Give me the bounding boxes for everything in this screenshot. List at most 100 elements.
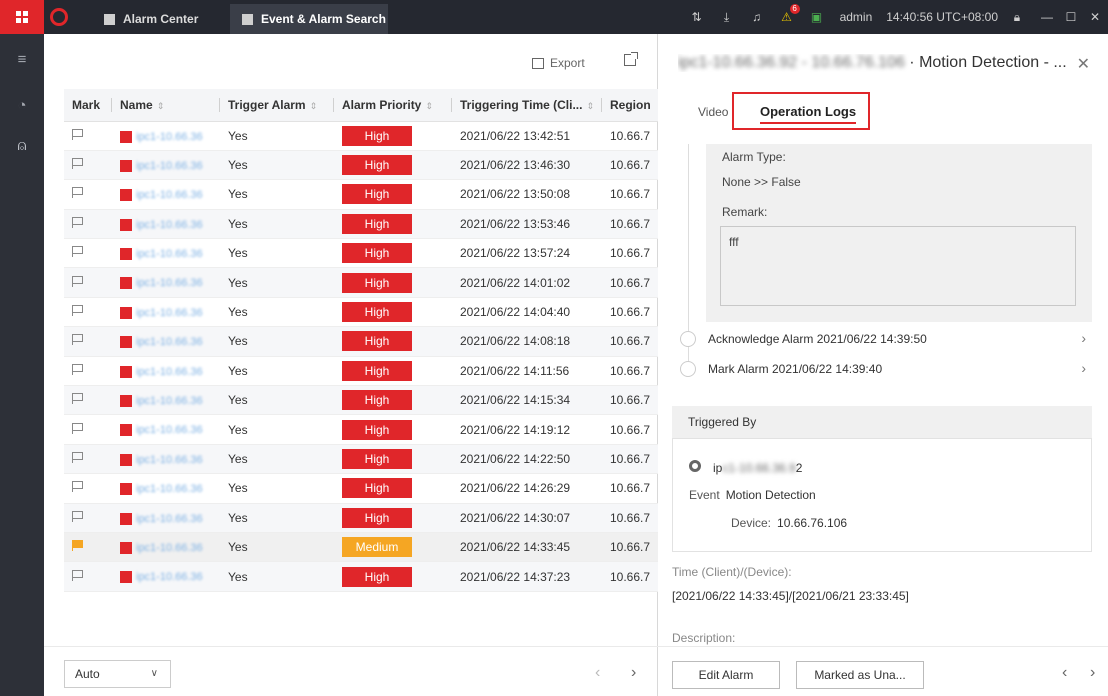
flag-icon[interactable] xyxy=(72,393,83,405)
edit-alarm-button[interactable]: Edit Alarm xyxy=(672,661,780,689)
flag-icon[interactable] xyxy=(72,246,83,258)
mark-cell[interactable] xyxy=(64,414,112,445)
tab-video[interactable]: Video xyxy=(698,105,728,119)
column-header-alarm-priority[interactable]: Alarm Priority ⇕ xyxy=(334,89,452,122)
priority-badge: High xyxy=(342,507,412,528)
flag-icon[interactable] xyxy=(72,510,83,522)
table-row[interactable]: ipc1-10.66.36 Yes High 2021/06/22 14:30:07 1… xyxy=(64,503,658,533)
table-row[interactable]: ipc1-10.66.36 Yes High 2021/06/22 14:19:12 1… xyxy=(64,414,658,445)
mark-cell[interactable] xyxy=(64,121,112,151)
table-row[interactable]: ipc1-10.66.36 Yes High 2021/06/22 13:46:30 1… xyxy=(64,150,658,181)
prev-alarm-icon[interactable]: ‹ xyxy=(1062,664,1067,682)
flag-icon[interactable] xyxy=(72,481,83,493)
column-header-name[interactable]: Name ⇕ xyxy=(112,89,220,122)
popout-icon[interactable] xyxy=(624,52,638,66)
mark-cell[interactable] xyxy=(64,238,112,269)
sort-icon[interactable]: ⇕ xyxy=(157,101,165,111)
tab-event-alarm-search[interactable]: Event & Alarm Search xyxy=(230,4,388,34)
alarm-color-icon xyxy=(120,306,132,319)
mark-cell[interactable] xyxy=(64,503,112,533)
table-row[interactable]: ipc1-10.66.36 Yes High 2021/06/22 14:11:56 1… xyxy=(64,356,658,387)
download-icon[interactable]: ⤓ xyxy=(720,10,734,24)
mark-cell[interactable] xyxy=(64,297,112,328)
alarm-warning-icon[interactable]: ⚠ 6 xyxy=(780,4,800,24)
log-item-acknowledge[interactable]: Acknowledge Alarm 2021/06/22 14:39:50 › xyxy=(680,328,1092,350)
table-row[interactable]: ipc1-10.66.36 Yes High 2021/06/22 13:57:24 1… xyxy=(64,238,658,269)
maximize-icon[interactable]: ☐ xyxy=(1064,10,1078,24)
mark-cell[interactable] xyxy=(64,532,112,563)
prev-page-icon[interactable]: ‹ xyxy=(595,664,600,682)
flag-icon[interactable] xyxy=(72,187,83,199)
mark-cell[interactable] xyxy=(64,326,112,357)
sort-icon[interactable]: ⇕ xyxy=(586,101,594,111)
column-header-region[interactable]: Region xyxy=(602,89,658,122)
flag-icon[interactable] xyxy=(72,540,83,552)
table-row[interactable]: ipc1-10.66.36 Yes High 2021/06/22 14:37:23 1… xyxy=(64,561,658,592)
tab-alarm-center[interactable]: Alarm Center xyxy=(92,4,226,34)
column-header-mark[interactable]: Mark xyxy=(64,89,112,122)
mark-cell[interactable] xyxy=(64,444,112,475)
tab-operation-logs[interactable]: Operation Logs xyxy=(732,92,870,130)
table-row[interactable]: ipc1-10.66.36 Yes Medium 2021/06/22 14:33:4… xyxy=(64,532,658,563)
table-header: Mark Name ⇕ Trigger Alarm ⇕ Alarm Priority… xyxy=(64,89,658,122)
sort-icon[interactable]: ⇕ xyxy=(425,101,433,111)
mark-cell[interactable] xyxy=(64,150,112,181)
trigger-alarm-cell: Yes xyxy=(220,209,334,240)
flag-icon[interactable] xyxy=(72,363,83,375)
flag-icon[interactable] xyxy=(72,451,83,463)
flag-icon[interactable] xyxy=(72,275,83,287)
menu-icon[interactable]: ≡ xyxy=(12,50,32,70)
lock-icon[interactable]: 🔒︎ xyxy=(1010,10,1024,24)
mark-cell[interactable] xyxy=(64,385,112,416)
flag-icon[interactable] xyxy=(72,422,83,434)
mark-cell[interactable] xyxy=(64,209,112,240)
mark-cell[interactable] xyxy=(64,267,112,298)
minimize-icon[interactable]: — xyxy=(1040,10,1054,24)
name-cell: ipc1-10.66.36 xyxy=(112,385,220,416)
table-row[interactable]: ipc1-10.66.36 Yes High 2021/06/22 14:01:02 1… xyxy=(64,267,658,298)
sync-icon[interactable]: ⇅ xyxy=(690,10,704,24)
table-row[interactable]: ipc1-10.66.36 Yes High 2021/06/22 13:53:46 1… xyxy=(64,209,658,240)
close-icon[interactable]: ✕ xyxy=(1077,54,1090,74)
flag-icon[interactable] xyxy=(72,158,83,170)
monitor-icon[interactable]: ▣ xyxy=(810,10,824,24)
table-row[interactable]: ipc1-10.66.36 Yes High 2021/06/22 13:50:08 1… xyxy=(64,179,658,210)
triggering-time-cell: 2021/06/22 14:30:07 xyxy=(452,503,602,533)
export-button[interactable]: Export xyxy=(532,53,585,73)
mark-cell[interactable] xyxy=(64,179,112,210)
flag-icon[interactable] xyxy=(72,334,83,346)
log-item-mark[interactable]: Mark Alarm 2021/06/22 14:39:40 › xyxy=(680,358,1092,380)
sort-icon[interactable]: ⇕ xyxy=(310,101,318,111)
dashboard-icon[interactable]: ◔ xyxy=(12,96,32,116)
triggering-time-cell: 2021/06/22 14:15:34 xyxy=(452,385,602,416)
table-row[interactable]: ipc1-10.66.36 Yes High 2021/06/22 14:15:34 1… xyxy=(64,385,658,416)
flag-icon[interactable] xyxy=(72,216,83,228)
user-name[interactable]: admin xyxy=(840,10,873,24)
next-page-icon[interactable]: › xyxy=(631,664,636,682)
table-row[interactable]: ipc1-10.66.36 Yes High 2021/06/22 14:04:40 1… xyxy=(64,297,658,328)
column-header-triggering-time[interactable]: Triggering Time (Cli... ⇕ xyxy=(452,89,602,122)
mark-cell[interactable] xyxy=(64,356,112,387)
remark-field[interactable]: fff xyxy=(720,226,1076,306)
next-alarm-icon[interactable]: › xyxy=(1090,664,1095,682)
alarm-search-icon[interactable]: ⍝ xyxy=(12,136,32,156)
column-header-trigger-alarm[interactable]: Trigger Alarm ⇕ xyxy=(220,89,334,122)
mark-cell[interactable] xyxy=(64,473,112,504)
region-cell: 10.66.7 xyxy=(602,414,658,445)
table-row[interactable]: ipc1-10.66.36 Yes High 2021/06/22 14:22:50 1… xyxy=(64,444,658,475)
app-menu-button[interactable] xyxy=(0,0,44,34)
name-cell: ipc1-10.66.36 xyxy=(112,150,220,181)
mark-unacknowledged-button[interactable]: Marked as Una... xyxy=(796,661,924,689)
close-window-icon[interactable]: ✕ xyxy=(1088,10,1102,24)
flag-icon[interactable] xyxy=(72,128,83,140)
clock: 14:40:56 UTC+08:00 xyxy=(886,10,998,24)
mark-cell[interactable] xyxy=(64,561,112,592)
flag-icon[interactable] xyxy=(72,305,83,317)
page-size-select[interactable]: Auto ∨ xyxy=(64,660,171,688)
table-row[interactable]: ipc1-10.66.36 Yes High 2021/06/22 13:42:51 1… xyxy=(64,121,658,151)
flag-icon[interactable] xyxy=(72,569,83,581)
table-row[interactable]: ipc1-10.66.36 Yes High 2021/06/22 14:26:29 1… xyxy=(64,473,658,504)
table-row[interactable]: ipc1-10.66.36 Yes High 2021/06/22 14:08:18 1… xyxy=(64,326,658,357)
region-cell: 10.66.7 xyxy=(602,267,658,298)
alarm-sound-icon[interactable]: ♫ xyxy=(750,10,764,24)
